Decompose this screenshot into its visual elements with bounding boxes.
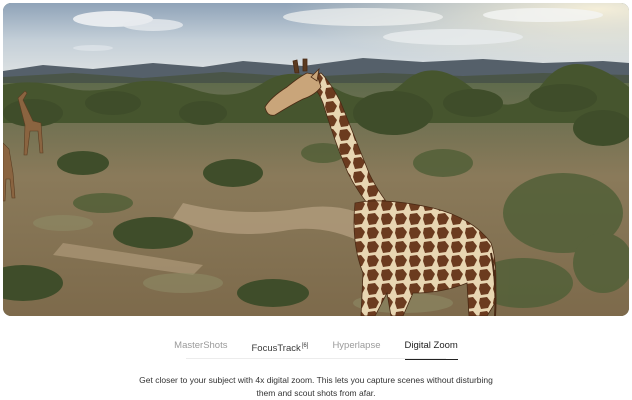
tab-digital-zoom[interactable]: Digital Zoom <box>404 339 459 360</box>
tab-label: Hyperlapse <box>332 340 381 351</box>
feature-tabs: MasterShots FocusTrack[6] Hyperlapse Dig… <box>0 339 632 360</box>
feature-description: Get closer to your subject with 4x digit… <box>136 374 496 400</box>
tab-mastershots[interactable]: MasterShots <box>174 339 227 360</box>
feature-section: MasterShots FocusTrack[6] Hyperlapse Dig… <box>0 0 632 400</box>
tab-label: FocusTrack <box>251 343 301 354</box>
tab-hyperlapse[interactable]: Hyperlapse <box>332 339 380 360</box>
hero-video[interactable] <box>3 3 629 316</box>
savanna-scene <box>3 3 629 316</box>
description-line-2: them and scout shots from afar. <box>256 388 376 398</box>
tab-label: MasterShots <box>174 340 228 351</box>
tab-label: Digital Zoom <box>404 340 458 351</box>
footnote-marker[interactable]: [6] <box>302 343 309 349</box>
tabs-divider <box>186 358 446 359</box>
description-line-1: Get closer to your subject with 4x digit… <box>139 375 493 385</box>
tab-focustrack[interactable]: FocusTrack[6] <box>251 339 308 360</box>
